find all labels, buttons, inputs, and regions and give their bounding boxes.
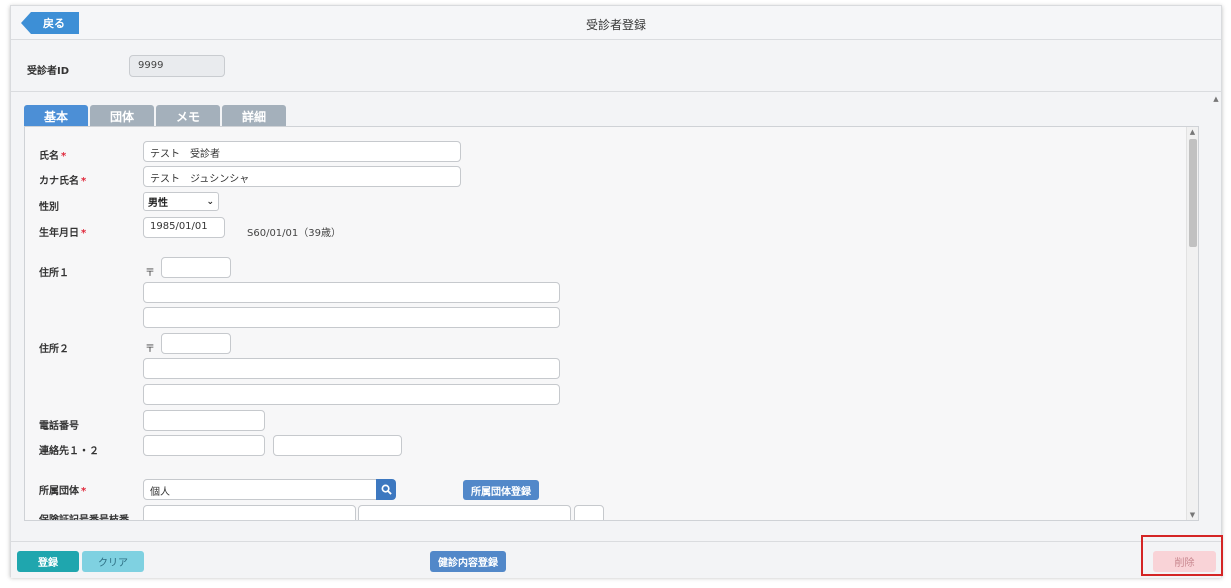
register-button[interactable]: 登録 bbox=[17, 551, 79, 572]
registration-window: 戻る 受診者登録 受診者ID 9999 ▲ 基本 団体 メモ 詳細 氏名 * テス… bbox=[10, 5, 1222, 578]
insurance-symbol-input[interactable] bbox=[143, 505, 356, 520]
contact1-input[interactable] bbox=[143, 435, 265, 456]
kana-label: カナ氏名 * bbox=[39, 176, 87, 187]
search-icon bbox=[381, 484, 392, 495]
name-input[interactable]: テスト 受診者 bbox=[143, 141, 461, 162]
address1-line2-input[interactable] bbox=[143, 307, 560, 328]
tab-details[interactable]: 詳細 bbox=[222, 105, 286, 127]
required-mark: * bbox=[61, 151, 67, 162]
gender-select[interactable]: 男性 ⌄ bbox=[143, 192, 219, 211]
address1-line1-input[interactable] bbox=[143, 282, 560, 303]
tab-memo[interactable]: メモ bbox=[156, 105, 220, 127]
zip-mark: 〒 bbox=[145, 268, 155, 279]
kana-input[interactable]: テスト ジュシンシャ bbox=[143, 166, 461, 187]
required-mark: * bbox=[81, 176, 87, 187]
insurance-label: 保険証記号番号枝番 bbox=[39, 515, 129, 521]
wareki-age-text: S60/01/01（39歳） bbox=[247, 228, 341, 239]
chevron-down-icon: ⌄ bbox=[206, 196, 214, 207]
page-header: 戻る 受診者登録 bbox=[11, 6, 1221, 40]
contact2-input[interactable] bbox=[273, 435, 402, 456]
clear-button[interactable]: クリア bbox=[82, 551, 144, 572]
outer-scrollbar[interactable]: ▲ bbox=[1211, 94, 1221, 542]
address2-zip-input[interactable] bbox=[161, 333, 231, 354]
address1-label: 住所１ bbox=[39, 268, 69, 279]
group-search-button[interactable] bbox=[376, 479, 396, 500]
exam-register-button[interactable]: 健診内容登録 bbox=[430, 551, 506, 572]
insurance-branch-input[interactable] bbox=[574, 505, 604, 520]
tab-basic[interactable]: 基本 bbox=[24, 105, 88, 127]
highlight-box bbox=[1141, 535, 1223, 576]
address1-zip-input[interactable] bbox=[161, 257, 231, 278]
address2-line2-input[interactable] bbox=[143, 384, 560, 405]
gender-label: 性別 bbox=[39, 202, 59, 213]
patient-id-field: 9999 bbox=[129, 55, 225, 77]
basic-info-panel: 氏名 * テスト 受診者 カナ氏名 * テスト ジュシンシャ 性別 男性 ⌄ 生年月… bbox=[24, 126, 1199, 521]
scroll-down-icon[interactable]: ▼ bbox=[1187, 510, 1198, 520]
group-label: 所属団体 * bbox=[39, 486, 87, 497]
zip-mark: 〒 bbox=[145, 344, 155, 355]
phone-label: 電話番号 bbox=[39, 421, 79, 432]
name-label: 氏名 * bbox=[39, 151, 67, 162]
birthdate-input[interactable]: 1985/01/01 bbox=[143, 217, 225, 238]
insurance-number-input[interactable] bbox=[358, 505, 571, 520]
address2-label: 住所２ bbox=[39, 344, 69, 355]
patient-id-label: 受診者ID bbox=[27, 66, 70, 77]
phone-input[interactable] bbox=[143, 410, 265, 431]
contact-label: 連絡先１・２ bbox=[39, 446, 99, 457]
required-mark: * bbox=[81, 486, 87, 497]
patient-id-row: 受診者ID 9999 bbox=[11, 40, 1221, 92]
tab-bar: 基本 団体 メモ 詳細 bbox=[24, 105, 286, 127]
birthdate-label: 生年月日 * bbox=[39, 228, 87, 239]
action-footer: 登録 クリア 健診内容登録 削除 bbox=[11, 541, 1221, 578]
group-input[interactable]: 個人 bbox=[143, 479, 378, 500]
page-title: 受診者登録 bbox=[585, 18, 646, 32]
gender-selected: 男性 bbox=[148, 198, 168, 209]
required-mark: * bbox=[81, 228, 87, 239]
scroll-thumb[interactable] bbox=[1189, 139, 1197, 247]
group-register-button[interactable]: 所属団体登録 bbox=[463, 480, 539, 500]
address2-line1-input[interactable] bbox=[143, 358, 560, 379]
scroll-up-icon[interactable]: ▲ bbox=[1211, 94, 1221, 104]
scroll-up-icon[interactable]: ▲ bbox=[1187, 127, 1198, 137]
tab-group[interactable]: 団体 bbox=[90, 105, 154, 127]
panel-scrollbar[interactable]: ▲ ▼ bbox=[1186, 127, 1198, 520]
